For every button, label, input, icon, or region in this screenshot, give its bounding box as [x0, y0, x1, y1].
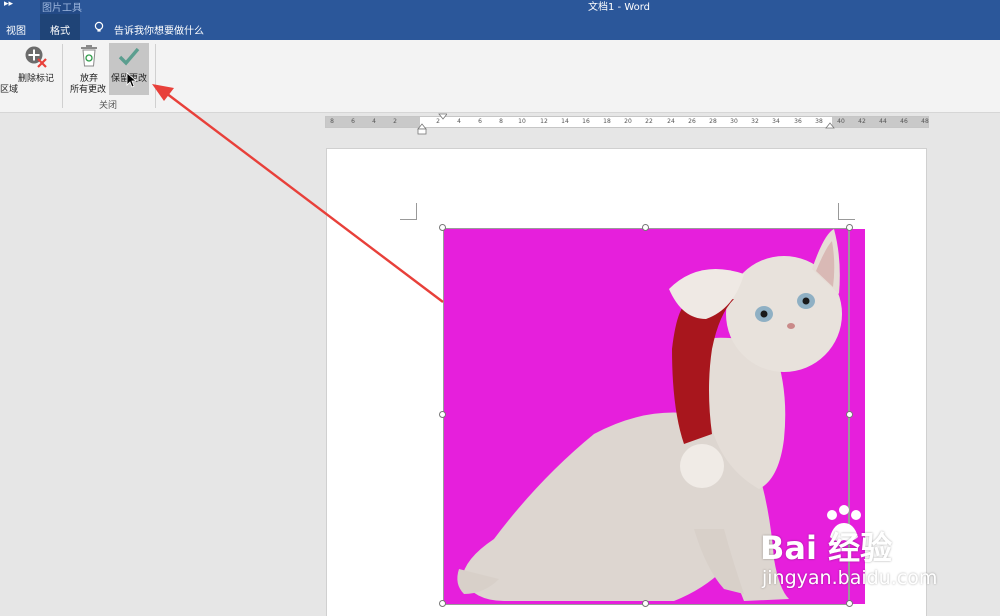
- quick-access-more-icon[interactable]: ▸▸: [4, 0, 13, 9]
- ruler-tick: 10: [518, 118, 526, 125]
- title-bar: ▸▸ 图片工具 文档1 - Word 视图 格式 告诉我你想要做什么: [0, 0, 1000, 40]
- ruler-tick: 30: [730, 118, 738, 125]
- margin-corner-mark: [838, 203, 855, 220]
- group-separator: [62, 44, 63, 108]
- ruler-tick: 12: [540, 118, 548, 125]
- ruler-tick: 40: [837, 118, 845, 125]
- tab-view[interactable]: 视图: [6, 22, 26, 37]
- discard-all-changes-button[interactable]: 所有更改: [70, 82, 106, 95]
- resize-handle-bottom-right[interactable]: [846, 600, 853, 607]
- ruler-tick: 34: [772, 118, 780, 125]
- contextual-tab-group-label: 图片工具: [42, 3, 82, 14]
- watermark-url: jingyan.baidu.com: [762, 567, 938, 589]
- close-group-label: 关闭: [99, 101, 118, 111]
- ruler-tick: 32: [751, 118, 759, 125]
- ruler-tick: 36: [794, 118, 802, 125]
- ruler-tick: 8: [499, 118, 503, 125]
- recycle-bin-icon[interactable]: [80, 45, 98, 67]
- ruler-tick: 26: [688, 118, 696, 125]
- ruler-tick: 14: [561, 118, 569, 125]
- annotation-arrow: [152, 84, 444, 303]
- ruler-tick: 28: [709, 118, 717, 125]
- ruler-tick: 18: [603, 118, 611, 125]
- watermark-brand: Bai 经验: [760, 529, 893, 567]
- resize-handle-bottom-left[interactable]: [439, 600, 446, 607]
- mouse-cursor-icon: [126, 72, 136, 88]
- ruler-tick: 24: [667, 118, 675, 125]
- ruler-tick: 4: [457, 118, 461, 125]
- ruler-tick: 44: [879, 118, 887, 125]
- checkmark-icon: [118, 47, 140, 66]
- resize-handle-top[interactable]: [642, 224, 649, 231]
- document-title: 文档1 - Word: [588, 2, 651, 13]
- ruler-tick: 20: [624, 118, 632, 125]
- right-indent-marker[interactable]: [825, 121, 835, 129]
- ruler-tick: 6: [478, 118, 482, 125]
- ruler-tick: 46: [900, 118, 908, 125]
- mark-area-label-partial[interactable]: 区域: [0, 82, 18, 95]
- delete-mark-button[interactable]: 删除标记: [18, 71, 54, 84]
- ruler-tick: 16: [582, 118, 590, 125]
- delete-mark-icon[interactable]: [24, 45, 50, 71]
- tell-me-search[interactable]: 告诉我你想要做什么: [114, 22, 204, 37]
- ruler-tick: 38: [815, 118, 823, 125]
- resize-handle-bottom[interactable]: [642, 600, 649, 607]
- resize-handle-right[interactable]: [846, 411, 853, 418]
- ruler-tick: 48: [921, 118, 929, 125]
- ruler-tick: 22: [645, 118, 653, 125]
- resize-handle-top-right[interactable]: [846, 224, 853, 231]
- tab-format[interactable]: 格式: [50, 22, 70, 37]
- lightbulb-icon: [94, 21, 104, 32]
- resize-handle-left[interactable]: [439, 411, 446, 418]
- ruler-tick: 42: [858, 118, 866, 125]
